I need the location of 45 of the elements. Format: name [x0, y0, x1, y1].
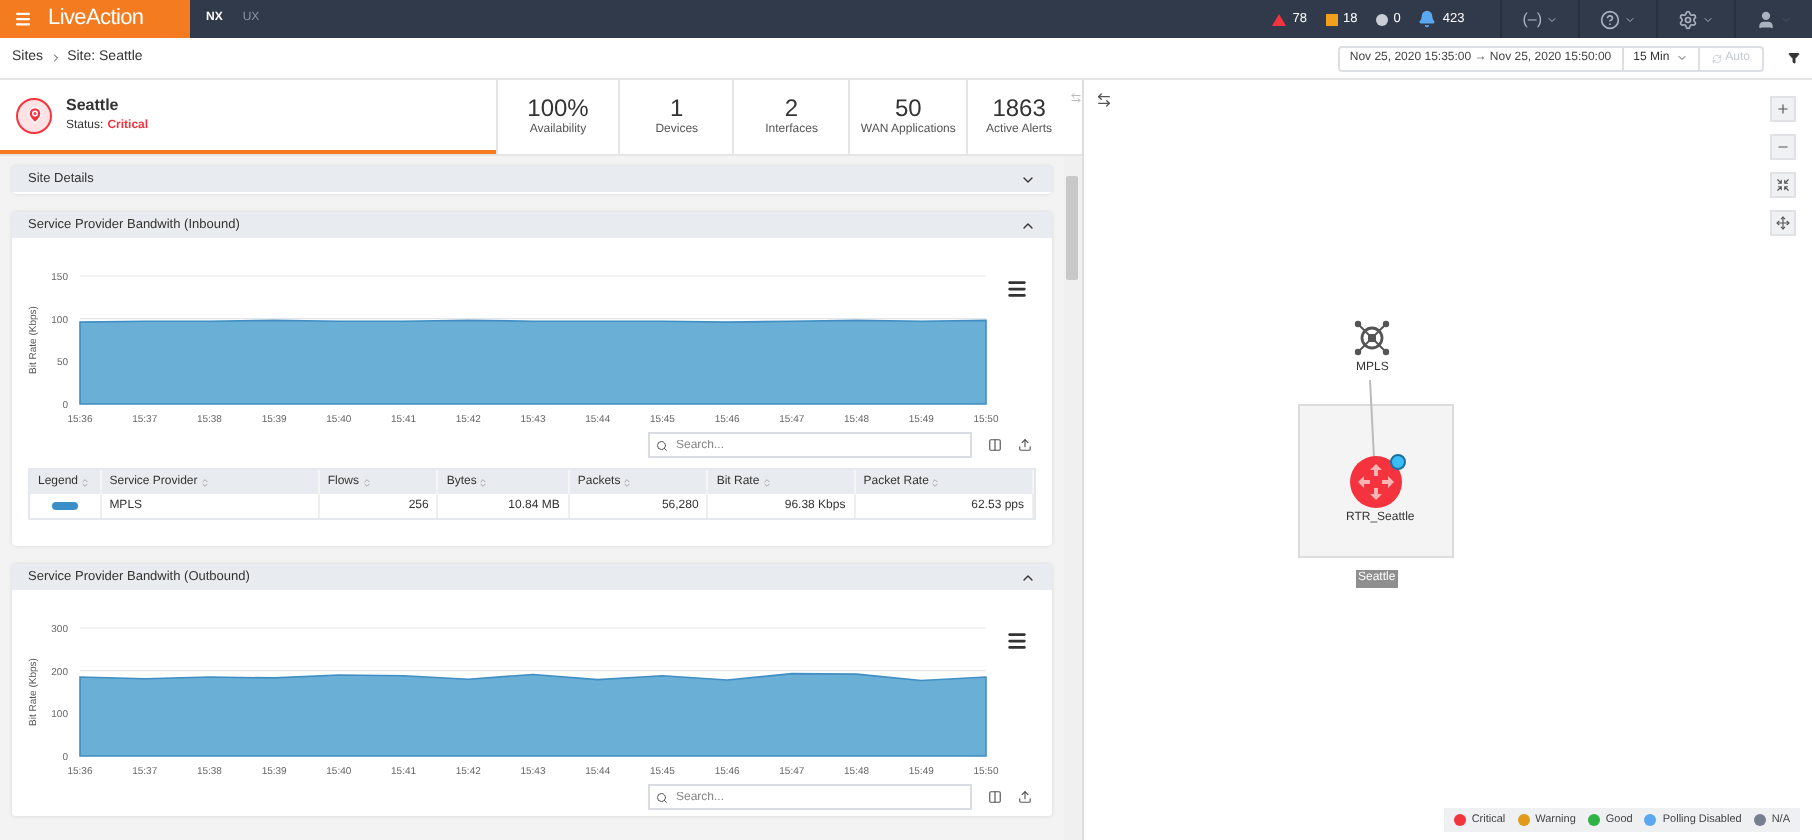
caret-icon — [1675, 52, 1688, 64]
chart-menu-icon[interactable] — [1006, 278, 1028, 300]
filter-icon[interactable] — [1788, 52, 1800, 64]
site-status-icon — [16, 97, 52, 133]
columns-icon[interactable] — [988, 790, 1002, 804]
chart-menu-icon[interactable] — [1006, 630, 1028, 652]
fit-icon — [1776, 178, 1790, 192]
sort-icon — [80, 477, 91, 487]
cloud-node-icon — [1354, 320, 1390, 356]
dot-icon — [1375, 13, 1388, 25]
caret-icon — [1702, 13, 1714, 25]
swap-icon[interactable] — [1096, 92, 1112, 108]
scrollbar[interactable] — [1064, 156, 1082, 840]
user-icon[interactable] — [1756, 9, 1776, 29]
bell-icon — [1418, 10, 1437, 28]
settings-icon[interactable] — [1678, 9, 1698, 29]
minus-icon — [1776, 140, 1790, 154]
sort-icon — [361, 477, 372, 487]
caret-icon — [1546, 13, 1558, 25]
help-icon[interactable] — [1600, 9, 1620, 29]
refresh-icon — [1711, 53, 1722, 63]
site-name: Seattle — [66, 94, 121, 118]
fit-button[interactable] — [1770, 172, 1796, 198]
columns-icon[interactable] — [988, 438, 1002, 452]
export-icon[interactable] — [1018, 438, 1032, 452]
status-menu-label[interactable]: (–) — [1522, 7, 1542, 31]
chevron-icon — [49, 52, 62, 64]
link-line — [1368, 380, 1376, 458]
sort-icon — [199, 477, 210, 487]
triangle-icon — [1272, 13, 1287, 25]
search-icon — [656, 791, 668, 803]
menu-icon[interactable] — [14, 10, 32, 28]
sort-icon — [930, 477, 941, 487]
plus-icon — [1776, 102, 1790, 116]
search-icon — [656, 439, 668, 451]
pan-button[interactable] — [1770, 210, 1796, 236]
sort-icon — [478, 477, 489, 487]
sort-icon — [622, 477, 633, 487]
caret-icon — [1624, 13, 1636, 25]
export-icon[interactable] — [1018, 790, 1032, 804]
square-icon — [1325, 13, 1337, 25]
arrows-icon — [1356, 462, 1396, 502]
move-icon — [1776, 216, 1790, 230]
sort-icon — [761, 477, 772, 487]
zoom-in-button[interactable] — [1770, 96, 1796, 122]
